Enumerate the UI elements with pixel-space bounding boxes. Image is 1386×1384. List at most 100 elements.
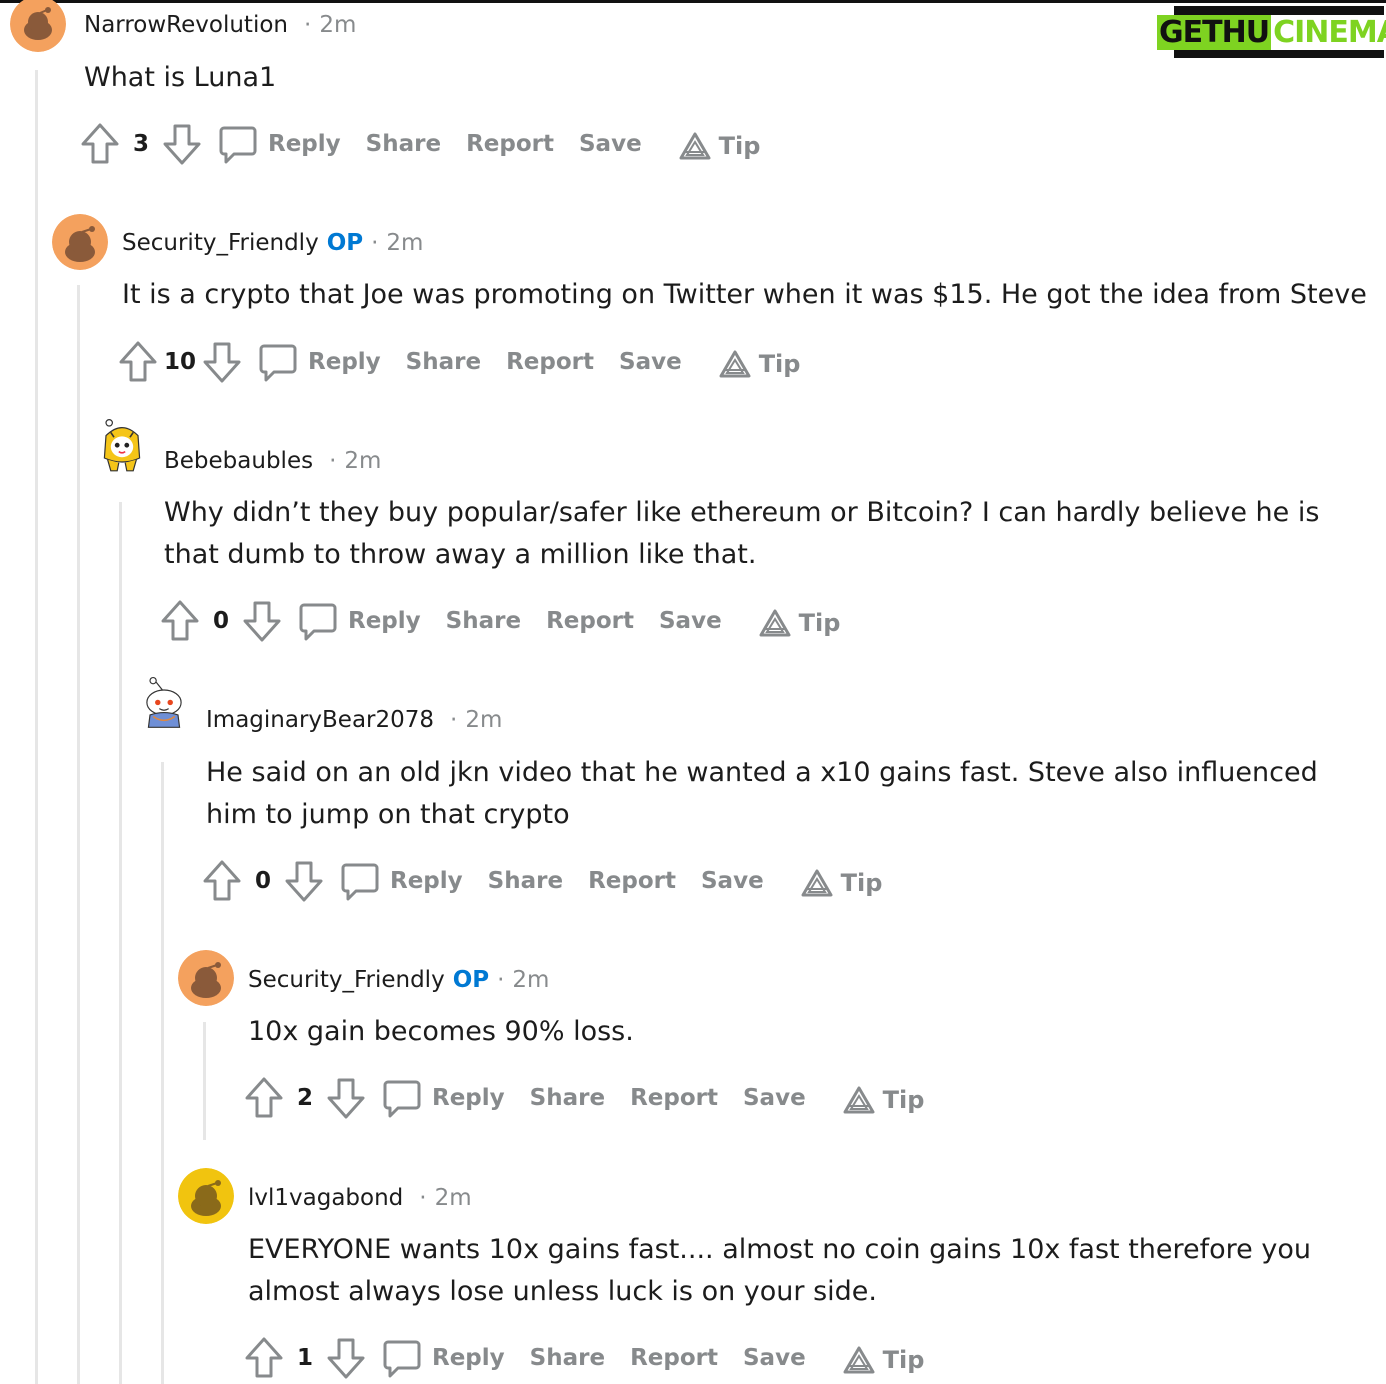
share-button[interactable]: Share: [446, 608, 521, 634]
upvote-icon[interactable]: [118, 340, 158, 384]
reply-button[interactable]: Reply: [268, 131, 341, 157]
username[interactable]: ImaginaryBear2078: [206, 705, 434, 735]
tip-triangle-icon: [801, 869, 833, 897]
comment-body: What is Luna1: [84, 62, 277, 93]
save-button[interactable]: Save: [743, 1345, 806, 1371]
comment-meta: Bebebaubles · 2m: [164, 446, 381, 476]
save-button[interactable]: Save: [579, 131, 642, 157]
comment-bubble-icon[interactable]: [258, 340, 298, 384]
report-button[interactable]: Report: [630, 1085, 718, 1111]
reply-button[interactable]: Reply: [348, 608, 421, 634]
vote-score: 2: [296, 1085, 313, 1111]
separator-dot: ·: [419, 1185, 427, 1211]
separator-dot: ·: [371, 230, 379, 256]
upvote-icon[interactable]: [80, 122, 120, 166]
username[interactable]: Security_Friendly: [248, 965, 445, 995]
avatar[interactable]: [52, 214, 108, 270]
separator-dot: ·: [304, 12, 312, 38]
timestamp: 2m: [319, 12, 357, 38]
snoo-avatar-icon: [10, 0, 66, 52]
separator-dot: ·: [497, 967, 505, 993]
reply-button[interactable]: Reply: [432, 1085, 505, 1111]
downvote-icon[interactable]: [326, 1076, 366, 1120]
upvote-icon[interactable]: [202, 859, 242, 903]
tip-button[interactable]: Tip: [843, 1346, 924, 1374]
upvote-icon[interactable]: [160, 599, 200, 643]
comment-meta: ImaginaryBear2078 · 2m: [206, 705, 502, 735]
save-button[interactable]: Save: [619, 349, 682, 375]
vote-score: 0: [212, 608, 229, 634]
comment-meta: Security_Friendly OP · 2m: [248, 965, 549, 995]
timestamp: 2m: [512, 967, 550, 993]
report-button[interactable]: Report: [466, 131, 554, 157]
share-button[interactable]: Share: [406, 349, 481, 375]
thread-line[interactable]: [203, 1022, 206, 1140]
downvote-icon[interactable]: [202, 340, 242, 384]
comment-body: 10x gain becomes 90% loss.: [248, 1016, 634, 1047]
comment-actions: 3 Reply Share Report Save Tip: [80, 121, 760, 167]
comment-bubble-icon[interactable]: [298, 599, 338, 643]
thread-line[interactable]: [119, 502, 122, 1384]
save-button[interactable]: Save: [701, 868, 764, 894]
avatar[interactable]: [178, 1168, 234, 1224]
comment-bubble-icon[interactable]: [382, 1076, 422, 1120]
vote-score: 1: [296, 1345, 313, 1371]
comment-bubble-icon[interactable]: [218, 122, 258, 166]
tip-triangle-icon: [679, 132, 711, 160]
share-button[interactable]: Share: [488, 868, 563, 894]
save-button[interactable]: Save: [659, 608, 722, 634]
tip-button[interactable]: Tip: [801, 869, 882, 897]
tip-button[interactable]: Tip: [759, 609, 840, 637]
reply-button[interactable]: Reply: [308, 349, 381, 375]
username[interactable]: Bebebaubles: [164, 446, 313, 476]
avatar[interactable]: [94, 418, 150, 474]
comment-body: Why didn’t they buy popular/safer like e…: [164, 497, 1320, 570]
avatar[interactable]: [178, 950, 234, 1006]
thread-line[interactable]: [161, 762, 164, 1384]
report-button[interactable]: Report: [588, 868, 676, 894]
tip-triangle-icon: [759, 609, 791, 637]
username[interactable]: NarrowRevolution: [84, 10, 288, 40]
downvote-icon[interactable]: [162, 122, 202, 166]
timestamp: 2m: [434, 1185, 472, 1211]
avatar[interactable]: [136, 676, 192, 748]
avatar[interactable]: [10, 0, 66, 52]
vote-score: 0: [254, 868, 271, 894]
tip-button[interactable]: Tip: [843, 1086, 924, 1114]
report-button[interactable]: Report: [630, 1345, 718, 1371]
comment-bubble-icon[interactable]: [340, 859, 380, 903]
tip-triangle-icon: [843, 1346, 875, 1374]
separator-dot: ·: [450, 707, 458, 733]
thread-line[interactable]: [35, 70, 38, 1384]
username[interactable]: lvl1vagabond: [248, 1183, 403, 1213]
save-button[interactable]: Save: [743, 1085, 806, 1111]
username[interactable]: Security_Friendly: [122, 228, 319, 258]
downvote-icon[interactable]: [284, 859, 324, 903]
snoo-avatar-icon: [178, 950, 234, 1006]
thread-line[interactable]: [77, 285, 80, 1384]
upvote-icon[interactable]: [244, 1336, 284, 1380]
tip-triangle-icon: [843, 1086, 875, 1114]
reply-button[interactable]: Reply: [432, 1345, 505, 1371]
snoo-bear-avatar-icon: [146, 676, 182, 728]
comment-meta: NarrowRevolution · 2m: [84, 10, 356, 40]
comment-bubble-icon[interactable]: [382, 1336, 422, 1380]
downvote-icon[interactable]: [326, 1336, 366, 1380]
top-border: [0, 0, 1386, 3]
share-button[interactable]: Share: [530, 1345, 605, 1371]
report-button[interactable]: Report: [506, 349, 594, 375]
timestamp: 2m: [344, 448, 382, 474]
vote-score: 3: [132, 131, 149, 157]
tip-button[interactable]: Tip: [719, 350, 800, 378]
reply-button[interactable]: Reply: [390, 868, 463, 894]
tiger-costume-avatar-icon: [103, 419, 141, 472]
share-button[interactable]: Share: [530, 1085, 605, 1111]
tip-button[interactable]: Tip: [679, 132, 760, 160]
op-badge: OP: [326, 230, 364, 256]
share-button[interactable]: Share: [366, 131, 441, 157]
comment-meta: lvl1vagabond · 2m: [248, 1183, 472, 1213]
downvote-icon[interactable]: [242, 599, 282, 643]
report-button[interactable]: Report: [546, 608, 634, 634]
upvote-icon[interactable]: [244, 1076, 284, 1120]
gethu-cinema-watermark: GETHUCINEMA: [1157, 6, 1386, 58]
